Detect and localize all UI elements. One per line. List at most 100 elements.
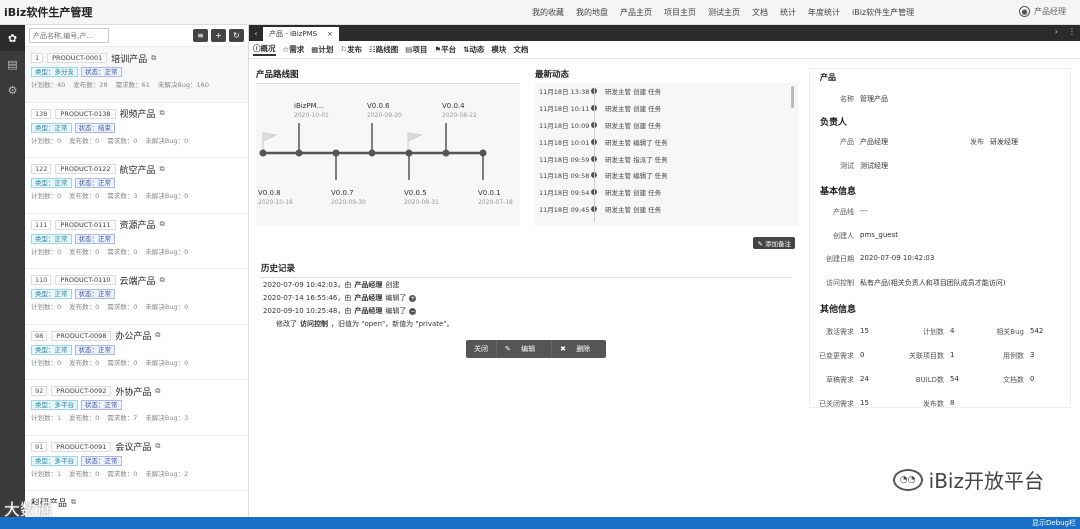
product-name[interactable]: 会议产品 (115, 440, 151, 453)
close-icon[interactable]: × (327, 30, 333, 38)
add-button[interactable]: + (211, 29, 226, 42)
products-icon[interactable]: ✿ (0, 25, 25, 51)
product-list-item[interactable]: 92 PRODUCT-0092 外协产品 ⧉ 类型：多平台 状态：正常 计划数：… (25, 380, 248, 436)
refresh-button[interactable]: ↻ (229, 29, 244, 42)
external-link-icon[interactable]: ⧉ (155, 331, 160, 340)
tab-overview[interactable]: ⓘ概况 (253, 43, 276, 56)
product-name[interactable]: 视频产品 (120, 107, 156, 120)
product-stat: 发布数：0 (69, 469, 100, 478)
search-input[interactable] (29, 28, 109, 43)
external-link-icon[interactable]: ⧉ (160, 276, 165, 285)
news-item[interactable]: 11月18日 10:11 研发主管 创建 任务 (535, 100, 798, 117)
tab-docs[interactable]: 文档 (513, 44, 528, 55)
tab-plans[interactable]: ▦计划 (311, 44, 333, 55)
rm-bot-v1: V0.0.7 (331, 189, 354, 197)
news-title: 最新动态 (535, 68, 798, 84)
nav-project-home[interactable]: 项目主页 (658, 7, 702, 18)
product-list-item[interactable]: 1 PRODUCT-0001 培训产品 ⧉ 类型：多分支 状态：正常 计划数：4… (25, 47, 248, 103)
product-code: PRODUCT-0110 (55, 275, 116, 285)
nav-docs[interactable]: 文档 (746, 7, 774, 18)
product-stat: 需求数：0 (107, 469, 138, 478)
product-stat: 未解决Bug：3 (145, 414, 189, 422)
news-item[interactable]: 11月18日 10:09 研发主管 创建 任务 (535, 117, 798, 134)
product-name[interactable]: 资源产品 (120, 218, 156, 231)
user-icon: ● (1019, 6, 1030, 17)
delete-button[interactable]: ✖ 删除 (552, 340, 606, 358)
product-code: PRODUCT-0122 (55, 164, 116, 174)
tab-projects[interactable]: ▤项目 (405, 44, 427, 55)
news-item[interactable]: 11月18日 09:45 研发主管 创建 任务 (535, 201, 798, 218)
product-list-item[interactable]: 138 PRODUCT-0138 视频产品 ⧉ 类型：正常 状态：结束 计划数：… (25, 103, 248, 158)
watermark: ◔◔ iBiz开放平台 (892, 465, 1044, 494)
sub-nav: ⓘ概况 ☆需求 ▦计划 ⚐发布 ☷路线图 ▤项目 ⚑平台 ⇅动态 模块 文档 (249, 41, 1080, 59)
news-item[interactable]: 11月18日 13:38 研发主管 创建 任务 (535, 83, 798, 100)
roadmap-card: 产品路线图 iBizPM... 2020-10-01 V0.0.6 2020-0… (256, 68, 520, 228)
product-list-item[interactable]: 科研产品 ⧉ (25, 491, 248, 517)
news-item[interactable]: 11月18日 09:59 研发主管 指派了 任务 (535, 150, 798, 167)
product-list-item[interactable]: 111 PRODUCT-0111 资源产品 ⧉ 类型：正常 状态：正常 计划数：… (25, 214, 248, 269)
news-item[interactable]: 11月18日 09:54 研发主管 创建 任务 (535, 184, 798, 201)
external-link-icon[interactable]: ⧉ (155, 387, 160, 396)
product-name[interactable]: 云端产品 (120, 274, 156, 287)
product-code: PRODUCT-0111 (55, 219, 116, 230)
list-icon[interactable]: ▤ (0, 51, 25, 77)
nav-my-space[interactable]: 我的地盘 (570, 7, 614, 18)
product-list-item[interactable]: 122 PRODUCT-0122 航空产品 ⧉ 类型：正常 状态：正常 计划数：… (25, 158, 248, 214)
news-item[interactable]: 11月18日 09:58 研发主管 编辑了 任务 (535, 167, 798, 184)
nav-ibiz[interactable]: iBiz软件生产管理 (846, 7, 920, 18)
external-link-icon[interactable]: ⧉ (160, 109, 165, 118)
settings-icon[interactable]: ⚙ (0, 77, 25, 103)
list-view-button[interactable]: ≡ (193, 29, 208, 42)
collapse-icon[interactable]: − (409, 307, 417, 315)
news-card: 最新动态 11月18日 13:38 研发主管 创建 任务 11月18日 10:11 研… (535, 68, 798, 228)
add-note-button[interactable]: ✎ 添加备注 (753, 237, 795, 249)
tab-left-icon[interactable]: ‹ (249, 29, 263, 38)
product-stat: 未解决Bug：0 (145, 247, 189, 256)
product-stat: 需求数：0 (107, 247, 138, 256)
product-num: 138 (31, 108, 52, 119)
rm-bot-d2: 2020-08-31 (404, 199, 439, 206)
tab-product[interactable]: 产品 - iBizPMS × (263, 27, 339, 41)
product-name[interactable]: 培训产品 (111, 52, 147, 65)
close-button[interactable]: 关闭 (466, 340, 497, 358)
news-scrollbar[interactable] (791, 86, 794, 108)
nav-product-home[interactable]: 产品主页 (614, 7, 658, 18)
info-kv: 用例数 3 (1003, 351, 1035, 360)
product-name[interactable]: 航空产品 (120, 163, 156, 176)
news-item[interactable]: 11月18日 10:01 研发主管 编辑了 任务 (535, 133, 798, 150)
product-name[interactable]: 办公产品 (115, 329, 151, 342)
user-menu[interactable]: ● 产品经理 (1019, 6, 1066, 17)
product-stat: 需求数：0 (107, 358, 138, 367)
status-badge: 状态：正常 (81, 67, 122, 77)
external-link-icon[interactable]: ⧉ (160, 220, 165, 229)
expand-icon[interactable]: + (409, 294, 417, 302)
debug-toggle[interactable]: 显示Debug栏 (1032, 518, 1076, 528)
tab-releases[interactable]: ⚐发布 (340, 44, 362, 55)
product-stat: 发布数：0 (69, 358, 100, 367)
external-link-icon[interactable]: ⧉ (151, 54, 156, 63)
tab-menu-icon[interactable]: ⋮ (1068, 27, 1076, 36)
nav-annual-stats[interactable]: 年度统计 (802, 7, 846, 18)
external-link-icon[interactable]: ⧉ (160, 165, 165, 174)
tab-roadmap[interactable]: ☷路线图 (369, 44, 398, 55)
product-list-item[interactable]: 98 PRODUCT-0098 办公产品 ⧉ 类型：正常 状态：正常 计划数：0… (25, 325, 248, 380)
product-list-item[interactable]: 110 PRODUCT-0110 云端产品 ⧉ 类型：正常 状态：正常 计划数：… (25, 269, 248, 325)
nav-test-home[interactable]: 测试主页 (702, 7, 746, 18)
tab-stories[interactable]: ☆需求 (283, 44, 305, 55)
nav-stats[interactable]: 统计 (774, 7, 802, 18)
roadmap-node (479, 149, 487, 157)
product-list-item[interactable]: 91 PRODUCT-0091 会议产品 ⧉ 类型：多平台 状态：正常 计划数：… (25, 436, 248, 491)
tab-platforms[interactable]: ⚑平台 (434, 44, 456, 55)
edit-button[interactable]: ✎ 编辑 (497, 340, 553, 358)
tab-modules[interactable]: 模块 (491, 44, 506, 55)
tab-activity[interactable]: ⇅动态 (463, 44, 484, 55)
nav-favorites[interactable]: 我的收藏 (526, 7, 570, 18)
external-link-icon[interactable]: ⧉ (71, 498, 76, 507)
external-link-icon[interactable]: ⧉ (155, 442, 160, 451)
tab-right-icon[interactable]: › (1055, 27, 1058, 36)
roadmap-box: iBizPM... 2020-10-01 V0.0.6 2020-09-20 V… (256, 85, 520, 225)
rm-top-d0: 2020-10-01 (294, 112, 329, 119)
type-badge: 类型：多分支 (31, 67, 78, 77)
user-name: 产品经理 (1034, 7, 1066, 16)
product-name[interactable]: 外协产品 (115, 385, 151, 398)
